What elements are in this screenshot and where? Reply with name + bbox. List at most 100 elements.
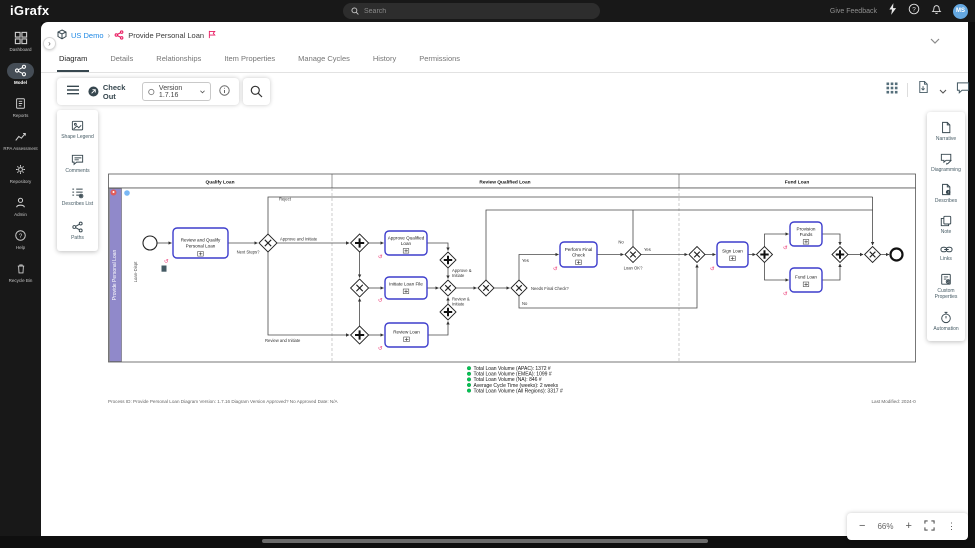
diagram-search-button[interactable] [243, 78, 270, 105]
custom-properties-button[interactable]: Custom Properties [927, 273, 965, 301]
phase-header-row[interactable]: Qualify Loan Review Qualified Loan Fund … [108, 173, 916, 189]
task-review-and-qualify-personal-loan[interactable]: Review and Qualify Personal Loan [172, 227, 229, 259]
version-dropdown[interactable]: Version 1.7.16 [142, 82, 211, 101]
start-event[interactable] [142, 235, 158, 251]
process-diagram-canvas[interactable]: Qualify Loan Review Qualified Loan Fund … [108, 172, 916, 410]
global-search[interactable] [343, 3, 600, 19]
svg-text:Review and Qualify: Review and Qualify [181, 238, 221, 243]
svg-text:Yes: Yes [522, 258, 529, 263]
describes-list-button[interactable]: Describes List [59, 187, 97, 208]
note-button[interactable]: Note [927, 215, 965, 236]
svg-text:Perform Final: Perform Final [565, 247, 593, 252]
model-icon [7, 62, 34, 79]
reports-icon [14, 95, 27, 112]
export-document-icon[interactable] [917, 80, 930, 99]
document-info-icon: i [942, 183, 951, 196]
give-feedback-link[interactable]: Give Feedback [830, 8, 877, 15]
task-provision-funds[interactable]: Provision Funds [789, 221, 823, 247]
collapse-panel-button[interactable]: › [43, 37, 56, 50]
diagram-right-tools: Narrative Diagramming i Describes Note L… [927, 112, 965, 341]
sidebar-item-help[interactable]: ? Help [0, 227, 41, 259]
svg-text:Reject: Reject [279, 197, 292, 202]
zoom-level: 66% [877, 522, 894, 531]
tab-details[interactable]: Details [108, 52, 135, 72]
app-header: iGrafx Give Feedback ? MS [0, 0, 975, 22]
sidebar-item-model[interactable]: Model [0, 62, 41, 94]
svg-text:Approve and Initiate: Approve and Initiate [280, 237, 318, 242]
svg-text:Needs Final Check?: Needs Final Check? [531, 286, 569, 291]
user-avatar[interactable]: MS [953, 3, 968, 19]
check-out-button[interactable]: Check Out [88, 83, 134, 101]
end-event[interactable] [889, 247, 904, 262]
breadcrumb-workspace-link[interactable]: US Demo [71, 31, 104, 40]
fullscreen-icon[interactable] [924, 518, 935, 536]
task-review-loan[interactable]: Review Loan [384, 322, 429, 348]
zoom-in-button[interactable]: + [905, 521, 911, 532]
paths-button[interactable]: Paths [59, 221, 97, 242]
sidebar-item-recycle-bin[interactable]: Recycle Bin [0, 260, 41, 292]
svg-text:Loan OK?: Loan OK? [624, 266, 644, 271]
tab-manage-cycles[interactable]: Manage Cycles [296, 52, 352, 72]
diagramming-button[interactable]: Diagramming [927, 153, 965, 174]
tab-diagram[interactable]: Diagram [57, 52, 90, 72]
loop-flag-icon [208, 30, 217, 41]
sidebar-item-rpa-assessment[interactable]: RPA Assessment [0, 128, 41, 160]
document-gear-icon [941, 273, 951, 285]
svg-text:Initiate: Initiate [452, 273, 465, 278]
main-content: › US Demo › Provide Personal Loan Diagra… [41, 22, 970, 540]
sidebar-item-repository[interactable]: Repository [0, 161, 41, 193]
help-icon[interactable]: ? [908, 2, 920, 20]
info-icon[interactable] [219, 83, 230, 101]
horizontal-scrollbar[interactable] [262, 539, 708, 543]
task-initiate-loan-file[interactable]: Initiate Loan File [384, 276, 428, 300]
zoom-out-button[interactable]: − [859, 521, 865, 532]
lightning-icon[interactable] [888, 2, 897, 20]
comment-icon [71, 154, 84, 165]
bubble-pencil-icon [940, 153, 952, 165]
workspace-icon [57, 29, 67, 42]
grid-view-icon[interactable] [886, 81, 898, 99]
task-fund-loan[interactable]: Fund Loan [789, 267, 823, 293]
describes-button[interactable]: i Describes [927, 183, 965, 205]
chart-line-icon [14, 128, 27, 145]
admin-user-icon [14, 194, 27, 211]
shape-legend-button[interactable]: Shape Legend [59, 120, 97, 141]
breadcrumb-current-item[interactable]: Provide Personal Loan [128, 31, 204, 40]
export-chevron-icon[interactable] [939, 81, 947, 99]
collapse-header-chevron-icon[interactable] [930, 31, 940, 49]
chevron-down-icon [200, 89, 205, 93]
tab-history[interactable]: History [371, 52, 398, 72]
task-sign-loan[interactable]: Sign Loan [716, 241, 749, 268]
phase-qualify-loan: Qualify Loan [205, 179, 234, 185]
svg-text:↺: ↺ [378, 254, 383, 261]
search-input[interactable] [364, 7, 592, 15]
narrative-button[interactable]: Narrative [927, 121, 965, 143]
tab-relationships[interactable]: Relationships [154, 52, 203, 72]
tab-permissions[interactable]: Permissions [417, 52, 462, 72]
menu-hamburger-icon[interactable] [66, 83, 80, 101]
svg-text:↺: ↺ [783, 291, 788, 298]
svg-text:Approve Qualified: Approve Qualified [388, 236, 425, 241]
svg-text:Provide Personal Loan: Provide Personal Loan [112, 249, 118, 300]
task-perform-final-check[interactable]: Perform Final Check [559, 241, 598, 268]
comment-bubble-icon[interactable] [956, 81, 970, 99]
svg-text:Initiate: Initiate [452, 302, 465, 307]
svg-text:Total Loan Volume (All Regions: Total Loan Volume (All Regions): 3317 # [474, 388, 563, 394]
task-approve-qualified-loan[interactable]: Approve Qualified Loan [384, 230, 428, 256]
svg-text:Personal Loan: Personal Loan [186, 244, 216, 249]
svg-text:↺: ↺ [553, 266, 558, 273]
more-options-kebab-icon[interactable]: ⋮ [947, 522, 956, 531]
tab-bar: Diagram Details Relationships Item Prope… [57, 52, 462, 72]
links-button[interactable]: Links [927, 245, 965, 263]
automation-button[interactable]: Automation [927, 311, 965, 333]
tab-item-properties[interactable]: Item Properties [222, 52, 277, 72]
trash-icon [15, 260, 27, 277]
view-toolbar [886, 80, 970, 99]
sidebar-item-admin[interactable]: Admin [0, 194, 41, 226]
notifications-bell-icon[interactable] [931, 2, 942, 20]
svg-text:Check: Check [572, 253, 586, 258]
comments-button[interactable]: Comments [59, 154, 97, 175]
chain-link-icon [939, 246, 953, 253]
sidebar-item-reports[interactable]: Reports [0, 95, 41, 127]
sidebar-item-dashboard[interactable]: Dashboard [0, 29, 41, 61]
